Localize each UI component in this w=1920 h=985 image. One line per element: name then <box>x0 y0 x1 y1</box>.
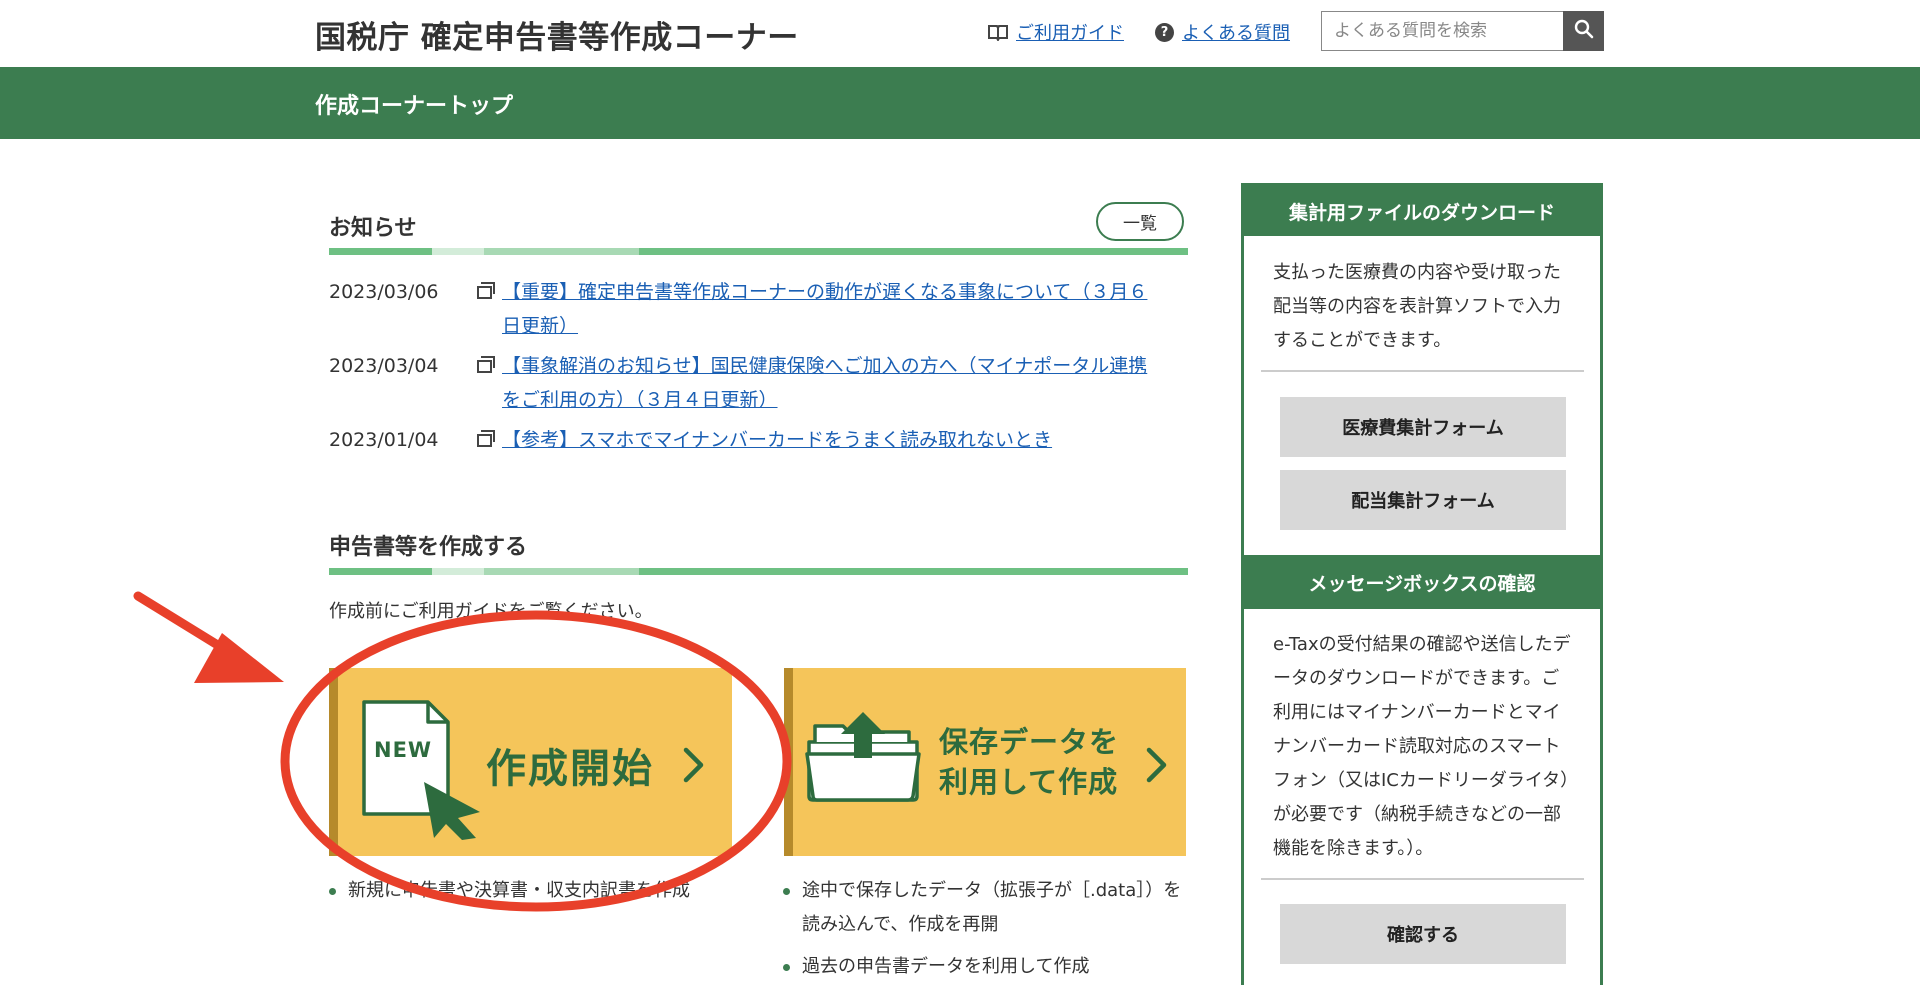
confirm-messagebox-button[interactable]: 確認する <box>1280 904 1566 964</box>
resume-saved-data-button[interactable]: 保存データを 利用して作成 <box>784 668 1186 856</box>
site-title: 国税庁 確定申告書等作成コーナー <box>315 20 799 56</box>
resume-label-line2: 利用して作成 <box>939 765 1119 799</box>
window-icon <box>477 356 495 373</box>
window-icon <box>477 430 495 447</box>
resume-label-line1: 保存データを <box>939 725 1120 759</box>
book-icon <box>988 23 1008 41</box>
faq-link-group[interactable]: ? よくある質問 <box>1155 19 1290 45</box>
search-button[interactable] <box>1563 11 1604 51</box>
arrow-head <box>194 633 284 683</box>
chevron-right-icon <box>682 746 706 788</box>
site-header: 国税庁 確定申告書等作成コーナー ご利用ガイド ? よくある質問 <box>0 0 1920 67</box>
question-icon: ? <box>1155 22 1174 42</box>
create-note: 作成前にご利用ガイドをご覧ください。 <box>329 601 653 622</box>
guide-link[interactable]: ご利用ガイド <box>1016 19 1124 45</box>
arrow-shaft <box>133 591 247 665</box>
news-date: 2023/01/04 <box>329 429 439 451</box>
news-date: 2023/03/06 <box>329 281 439 303</box>
search-input[interactable] <box>1322 12 1563 50</box>
guide-link-group[interactable]: ご利用ガイド <box>988 19 1124 45</box>
faq-link[interactable]: よくある質問 <box>1182 19 1290 45</box>
resume-bullet: 途中で保存したデータ（拡張子が［.data］）を読み込んで、作成を再開 <box>783 874 1194 942</box>
nav-title[interactable]: 作成コーナートップ <box>315 88 513 120</box>
news-link[interactable]: 【重要】確定申告書等作成コーナーの動作が遅くなる事象について（３月６日更新） <box>502 275 1162 343</box>
resume-bullet: 過去の申告書データを利用して作成 <box>782 950 1089 984</box>
search-icon <box>1574 19 1594 43</box>
start-creation-button[interactable]: NEW 作成開始 <box>329 668 732 856</box>
new-badge: NEW <box>374 738 433 762</box>
messagebox-description: e-Taxの受付結果の確認や送信したデータのダウンロードができます。ご利用にはマ… <box>1273 634 1571 859</box>
medical-expense-form-button[interactable]: 医療費集計フォーム <box>1280 397 1566 457</box>
news-link[interactable]: 【参考】スマホでマイナンバーカードをうまく読み取れないとき <box>502 423 1162 457</box>
start-creation-label: 作成開始 <box>486 746 654 792</box>
news-section-title: お知らせ <box>329 216 417 241</box>
dividend-form-button[interactable]: 配当集計フォーム <box>1280 470 1566 530</box>
window-icon <box>477 282 495 299</box>
start-bullet: 新規に申告書や決算書・収支内訳書を作成 <box>329 874 690 908</box>
news-link[interactable]: 【事象解消のお知らせ】国民健康保険へご加入の方へ（マイナポータル連携をご利用の方… <box>502 349 1162 417</box>
divider <box>1261 878 1584 880</box>
news-date: 2023/03/04 <box>329 355 439 377</box>
download-panel-title: 集計用ファイルのダウンロード <box>1244 186 1600 236</box>
sidebar: 集計用ファイルのダウンロード 支払った医療費の内容や受け取った配当等の内容を表計… <box>1241 183 1603 985</box>
search-box <box>1321 11 1604 51</box>
create-section-bar <box>329 568 1188 575</box>
messagebox-panel-title: メッセージボックスの確認 <box>1244 555 1600 609</box>
nav-band: 作成コーナートップ <box>0 67 1920 139</box>
new-document-icon: NEW <box>360 700 485 844</box>
news-list-button[interactable]: 一覧 <box>1096 202 1184 241</box>
page: 国税庁 確定申告書等作成コーナー ご利用ガイド ? よくある質問 作成コーナート… <box>0 0 1920 985</box>
chevron-right-icon <box>1145 746 1169 788</box>
news-section-bar <box>329 248 1188 255</box>
folder-upload-icon <box>805 712 925 808</box>
create-section-title: 申告書等を作成する <box>329 535 528 560</box>
divider <box>1261 370 1584 372</box>
download-description: 支払った医療費の内容や受け取った配当等の内容を表計算ソフトで入力することができま… <box>1273 262 1561 351</box>
resume-label: 保存データを 利用して作成 <box>939 722 1119 802</box>
